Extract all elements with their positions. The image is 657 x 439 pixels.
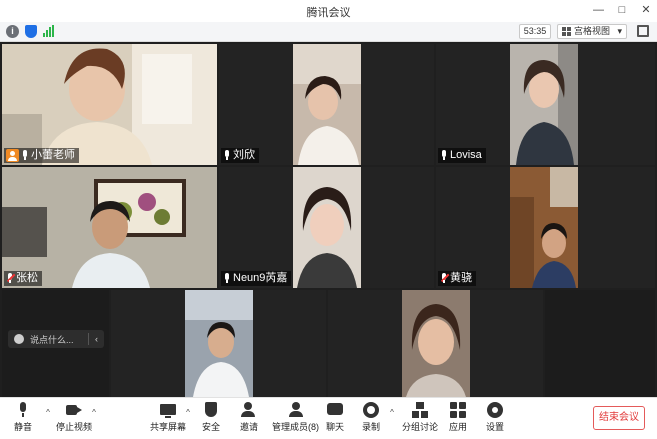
add-user-icon: [241, 402, 257, 418]
fullscreen-icon[interactable]: [637, 25, 649, 37]
shield-icon: [203, 402, 219, 418]
participant-name: Neun9芮嘉: [233, 272, 288, 284]
maximize-button[interactable]: □: [617, 3, 627, 17]
microphone-icon: [223, 150, 231, 161]
microphone-icon: [223, 273, 231, 284]
participant-name: 张松: [16, 272, 38, 284]
camera-icon: [66, 402, 82, 418]
manage-members-button[interactable]: 管理成员(8): [272, 402, 319, 436]
end-meeting-button[interactable]: 结束会议: [593, 406, 645, 430]
settings-button[interactable]: 设置: [486, 402, 504, 436]
security-label: 安全: [202, 422, 221, 432]
participant-tile[interactable]: 刘欣: [219, 44, 434, 165]
share-screen-button[interactable]: 共享屏幕: [150, 402, 186, 436]
screen-share-icon: [160, 402, 176, 418]
chat-icon: [327, 402, 343, 418]
invite-button[interactable]: 邀请: [240, 402, 258, 436]
apps-label: 应用: [449, 422, 468, 432]
audio-options-caret[interactable]: ^: [44, 408, 52, 417]
participant-video: [293, 167, 361, 288]
chat-button[interactable]: 聊天: [326, 402, 344, 436]
participant-name: 小蕾老师: [31, 149, 75, 161]
signal-icon[interactable]: [43, 25, 54, 37]
divider: [88, 333, 89, 345]
participant-tile[interactable]: Lovisa: [436, 44, 655, 165]
grid-view-icon: [562, 27, 571, 36]
record-options-caret[interactable]: ^: [388, 408, 396, 417]
muted-microphone-icon: [6, 273, 16, 284]
apps-icon: [450, 402, 466, 418]
participant-tile[interactable]: [111, 290, 326, 397]
participant-tile[interactable]: 张松: [2, 167, 217, 288]
meeting-timer: 53:35: [519, 24, 551, 39]
host-icon: [6, 149, 19, 162]
breakout-button[interactable]: 分组讨论: [402, 402, 438, 436]
participant-video: [510, 167, 578, 288]
window-title: 腾讯会议: [306, 7, 351, 19]
collapse-icon[interactable]: ‹: [95, 334, 98, 344]
microphone-icon: [440, 150, 448, 161]
record-button[interactable]: 录制: [362, 402, 380, 436]
participant-name-tag: 黄骁: [438, 271, 476, 286]
participant-name-tag: 刘欣: [221, 148, 259, 163]
video-grid: 小蕾老师 刘欣 Lovisa 张松 Neun9芮嘉 黄骁 说点什么... ‹: [0, 42, 657, 397]
participant-name-tag: 张松: [4, 271, 42, 286]
chat-placeholder[interactable]: 说点什么...: [30, 333, 74, 346]
participant-video: [402, 290, 470, 397]
meeting-info-bar: i 53:35 宫格视图 ▾: [0, 22, 657, 42]
settings-label: 设置: [486, 422, 505, 432]
empty-tile: [545, 290, 655, 397]
apps-button[interactable]: 应用: [449, 402, 467, 436]
participant-name-tag: Lovisa: [438, 148, 486, 163]
participant-name-tag: Neun9芮嘉: [221, 271, 292, 286]
participant-tile[interactable]: Neun9芮嘉: [219, 167, 434, 288]
close-button[interactable]: ✕: [641, 3, 651, 17]
share-options-caret[interactable]: ^: [184, 408, 192, 417]
participant-name: 黄骁: [450, 272, 472, 284]
record-icon: [363, 402, 379, 418]
participant-video: [293, 44, 361, 165]
participant-name: 刘欣: [233, 149, 255, 161]
mute-button[interactable]: 静音: [14, 402, 32, 436]
participant-tile[interactable]: 小蕾老师: [2, 44, 217, 165]
stop-video-button[interactable]: 停止视频: [56, 402, 92, 436]
participant-video: [2, 167, 217, 288]
breakout-room-icon: [412, 402, 428, 418]
video-options-caret[interactable]: ^: [90, 408, 98, 417]
members-icon: [288, 402, 304, 418]
chat-label: 聊天: [326, 422, 345, 432]
participant-name: Lovisa: [450, 149, 482, 161]
view-mode-label: 宫格视图: [574, 26, 611, 36]
participant-name-tag: 小蕾老师: [4, 148, 79, 163]
title-bar: 腾讯会议 — □ ✕: [0, 0, 657, 22]
status-icons: i: [6, 25, 54, 38]
microphone-icon: [15, 402, 31, 418]
mute-label: 静音: [14, 422, 33, 432]
microphone-icon: [21, 150, 29, 161]
share-screen-label: 共享屏幕: [150, 422, 187, 432]
shield-icon[interactable]: [25, 25, 37, 38]
emoji-icon[interactable]: [14, 334, 24, 344]
minimize-button[interactable]: —: [593, 3, 604, 17]
view-mode-button[interactable]: 宫格视图 ▾: [557, 24, 627, 39]
gear-icon: [487, 402, 503, 418]
stop-video-label: 停止视频: [56, 422, 93, 432]
manage-members-label: 管理成员(8): [272, 422, 319, 432]
breakout-label: 分组讨论: [402, 422, 439, 432]
chat-input-pill[interactable]: 说点什么... ‹: [8, 330, 104, 348]
participant-video: [510, 44, 578, 165]
participant-tile[interactable]: 黄骁: [436, 167, 655, 288]
info-icon[interactable]: i: [6, 25, 19, 38]
invite-label: 邀请: [240, 422, 259, 432]
meeting-toolbar: 静音 ^ 停止视频 ^ 共享屏幕 ^ 安全 邀请 管理成员(8) 聊天 录制 ^…: [0, 397, 657, 439]
security-button[interactable]: 安全: [202, 402, 220, 436]
muted-microphone-icon: [440, 273, 450, 284]
chevron-down-icon: ▾: [617, 26, 622, 36]
participant-video: [2, 44, 217, 165]
window-controls: — □ ✕: [593, 3, 651, 17]
record-label: 录制: [362, 422, 381, 432]
participant-tile[interactable]: [328, 290, 543, 397]
participant-video: [185, 290, 253, 397]
